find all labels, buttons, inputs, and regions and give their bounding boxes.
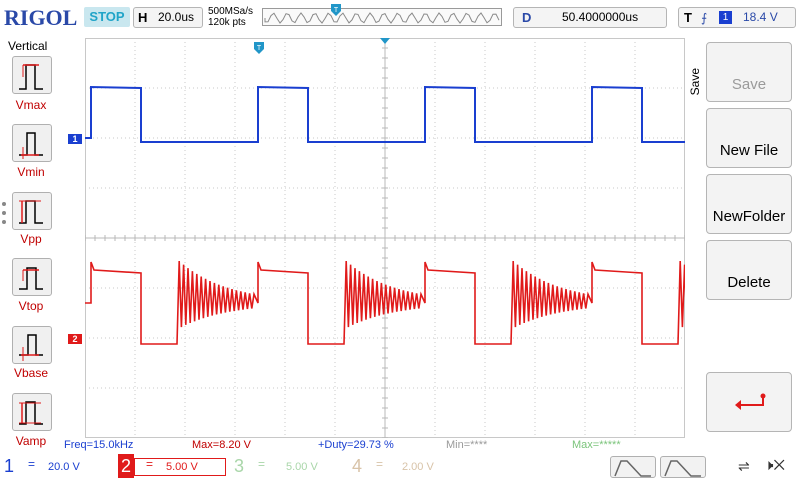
max-measurement: Max=8.20 V <box>192 439 252 451</box>
ch4-coupling: = <box>376 457 384 471</box>
ch3-number: 3 <box>234 456 245 476</box>
channel-bar: 1 = 20.0 V 2 = 5.00 V 3 = 5.00 V 4 = 2.0… <box>0 454 800 480</box>
svg-text:T: T <box>257 45 262 52</box>
top-status-bar: RIGOL STOP H 20.0us 500MSa/s 120k pts T … <box>0 0 800 36</box>
vmin-label: Vmin <box>17 165 45 179</box>
math-wave-icon <box>614 460 651 477</box>
ref-wave-button[interactable] <box>660 456 706 478</box>
duty-measurement: +Duty=29.73 % <box>318 439 394 451</box>
ch1-scale: 20.0 V <box>48 461 80 473</box>
trigger-level: 18.4 V <box>743 10 778 24</box>
ch3-scale: 5.00 V <box>286 461 318 473</box>
trigger-position-marker-icon: T <box>331 4 341 16</box>
measurement-readout: Freq=15.0kHz Max=8.20 V +Duty=29.73 % Mi… <box>62 438 800 452</box>
trigger-marker-icon: T <box>254 42 264 54</box>
measure-menu-title: Vertical <box>8 39 48 53</box>
measure-menu: Vertical Vmax Vmin Vpp Vtop Vbase Vamp <box>0 36 62 448</box>
ch2-offset-marker[interactable]: 2 <box>68 334 82 344</box>
ch2-setting[interactable]: 2 = 5.00 V <box>118 454 226 479</box>
ch1-coupling: = <box>28 457 36 471</box>
vamp-button[interactable] <box>12 393 52 431</box>
ch2-scale: 5.00 V <box>166 461 198 473</box>
ch4-number: 4 <box>352 456 363 476</box>
new-folder-softkey[interactable]: NewFolder <box>706 174 792 234</box>
delete-softkey-label: Delete <box>727 274 771 291</box>
return-softkey[interactable] <box>706 372 792 432</box>
ch4-scale: 2.00 V <box>402 461 434 473</box>
vmax-icon <box>19 64 43 90</box>
vmin-button[interactable] <box>12 124 52 162</box>
vpp-icon <box>19 200 43 224</box>
return-arrow-icon <box>735 393 766 410</box>
vbase-icon <box>19 334 43 361</box>
save-menu: Save Save New File NewFolder Delete <box>686 38 800 438</box>
trigger-label: T <box>684 10 692 25</box>
new-folder-softkey-label: NewFolder <box>712 208 786 225</box>
vpp-label: Vpp <box>20 232 42 246</box>
vmin-icon <box>19 132 43 159</box>
ch3-coupling: = <box>258 457 266 471</box>
usb-icon: ⇌ <box>738 458 750 474</box>
waveform-display[interactable]: T <box>85 38 685 438</box>
new-file-softkey[interactable]: New File <box>706 108 792 168</box>
ch1-number: 1 <box>4 456 15 476</box>
trigger-setting[interactable]: T ⨍ 1 18.4 V <box>678 7 796 28</box>
ch3-setting[interactable]: 3 = 5.00 V <box>234 455 334 479</box>
vmax-button[interactable] <box>12 56 52 94</box>
vamp-label: Vamp <box>15 434 47 448</box>
max2-measurement: Max=***** <box>572 439 621 451</box>
horizontal-timebase[interactable]: H 20.0us <box>133 7 203 28</box>
svg-text:T: T <box>334 7 339 14</box>
vbase-button[interactable] <box>12 326 52 364</box>
delay-setting[interactable]: D 50.4000000us <box>513 7 667 28</box>
run-stop-status[interactable]: STOP <box>84 7 130 27</box>
new-file-softkey-label: New File <box>719 142 779 159</box>
min-measurement: Min=**** <box>446 439 488 451</box>
menu-page-dots <box>2 202 8 229</box>
vpp-button[interactable] <box>12 192 52 230</box>
rising-edge-icon: ⨍ <box>701 11 708 25</box>
sample-rate: 500MSa/s <box>208 6 254 17</box>
timebase-value: 20.0us <box>158 10 195 24</box>
ref-wave-icon <box>664 460 701 477</box>
memory-wave-icon <box>264 12 500 24</box>
horizontal-label: H <box>138 10 148 25</box>
math-wave-button[interactable] <box>610 456 656 478</box>
ch1-offset-marker[interactable]: 1 <box>68 134 82 144</box>
speaker-mute-icon[interactable]: 🕨✕ <box>764 457 785 474</box>
save-softkey[interactable]: Save <box>706 42 792 102</box>
vbase-label: Vbase <box>13 366 49 380</box>
ch2-coupling: = <box>146 457 154 471</box>
ch2-number: 2 <box>118 454 134 478</box>
ch1-setting[interactable]: 1 = 20.0 V <box>4 455 114 479</box>
freq-measurement: Freq=15.0kHz <box>64 439 134 451</box>
vtop-button[interactable] <box>12 258 52 296</box>
delete-softkey[interactable]: Delete <box>706 240 792 300</box>
waveform-graticule: T <box>85 38 685 438</box>
trigger-time-marker-icon <box>380 38 390 44</box>
delay-value: 50.4000000us <box>562 10 639 24</box>
trigger-source: 1 <box>719 11 732 24</box>
ch4-setting[interactable]: 4 = 2.00 V <box>352 455 452 479</box>
save-softkey-label: Save <box>731 76 767 93</box>
memory-depth: 120k pts <box>208 17 246 28</box>
vamp-icon <box>19 401 43 425</box>
brand-logo: RIGOL <box>4 5 78 30</box>
vtop-label: Vtop <box>18 299 44 313</box>
oscilloscope-screen: RIGOL STOP H 20.0us 500MSa/s 120k pts T … <box>0 0 800 480</box>
save-menu-title: Save <box>688 68 702 96</box>
acquisition-info: 500MSa/s 120k pts <box>208 6 253 28</box>
vmax-label: Vmax <box>15 98 47 112</box>
memory-overview-strip[interactable] <box>262 8 502 26</box>
vtop-icon <box>19 267 43 290</box>
delay-label: D <box>522 10 532 25</box>
